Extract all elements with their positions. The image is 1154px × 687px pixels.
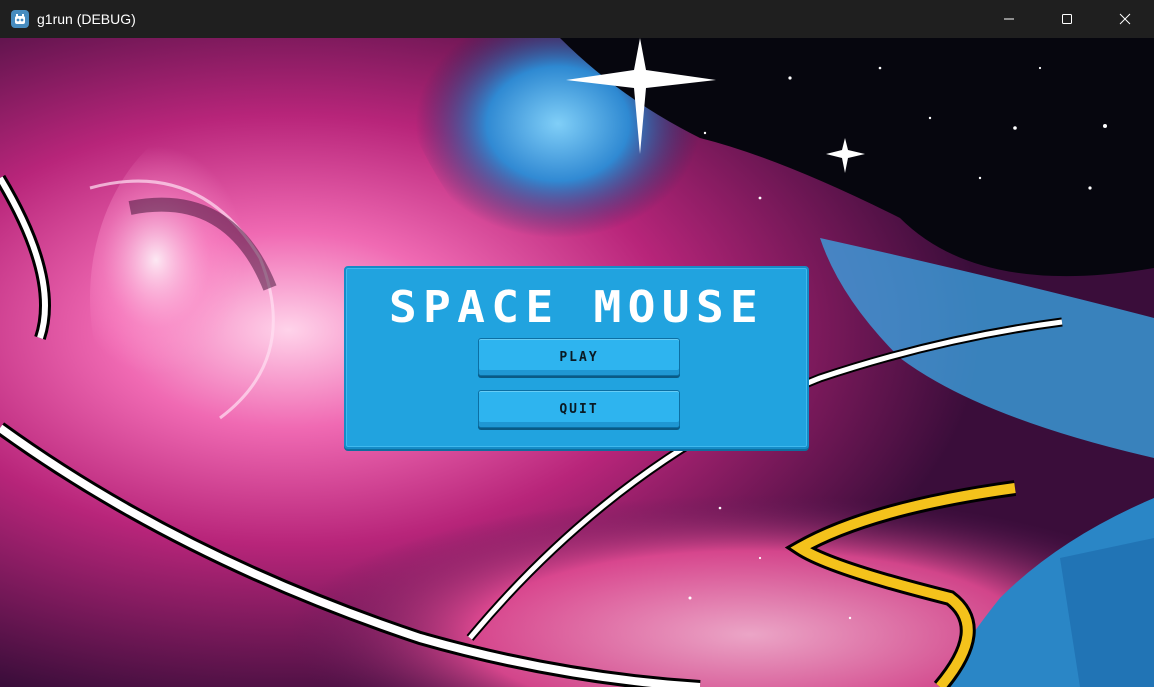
maximize-button[interactable] bbox=[1038, 0, 1096, 38]
game-title: SPACE MOUSE bbox=[388, 282, 765, 333]
window-title: g1run (DEBUG) bbox=[37, 11, 136, 27]
game-viewport: SPACE MOUSE PLAY QUIT bbox=[0, 38, 1154, 687]
play-button[interactable]: PLAY bbox=[478, 338, 680, 376]
game-window: g1run (DEBUG) SPACE MOUSE PLAY QUIT bbox=[0, 0, 1154, 687]
maximize-icon bbox=[1062, 14, 1072, 24]
minimize-icon bbox=[1004, 18, 1014, 20]
close-button[interactable] bbox=[1096, 0, 1154, 38]
window-controls bbox=[980, 0, 1154, 38]
title-bar[interactable]: g1run (DEBUG) bbox=[0, 0, 1154, 38]
main-menu-panel: SPACE MOUSE PLAY QUIT bbox=[344, 266, 809, 449]
close-icon bbox=[1119, 13, 1131, 25]
quit-button[interactable]: QUIT bbox=[478, 390, 680, 428]
godot-icon bbox=[11, 10, 29, 28]
minimize-button[interactable] bbox=[980, 0, 1038, 38]
